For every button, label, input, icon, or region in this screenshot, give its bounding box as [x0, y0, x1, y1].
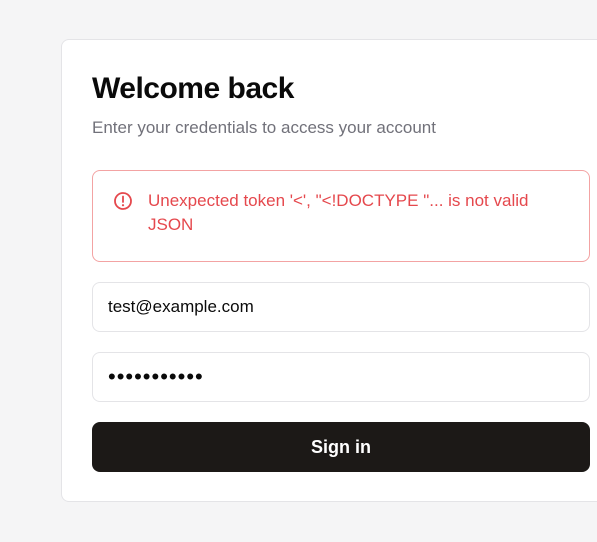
page-subtitle: Enter your credentials to access your ac… [92, 118, 436, 137]
email-field[interactable] [92, 282, 590, 332]
sign-in-button[interactable]: Sign in [92, 422, 590, 472]
alert-circle-icon [113, 191, 133, 211]
password-field[interactable] [92, 352, 590, 402]
error-message: Unexpected token '<', "<!DOCTYPE "... is… [148, 191, 529, 234]
page-title: Welcome back [92, 72, 294, 105]
